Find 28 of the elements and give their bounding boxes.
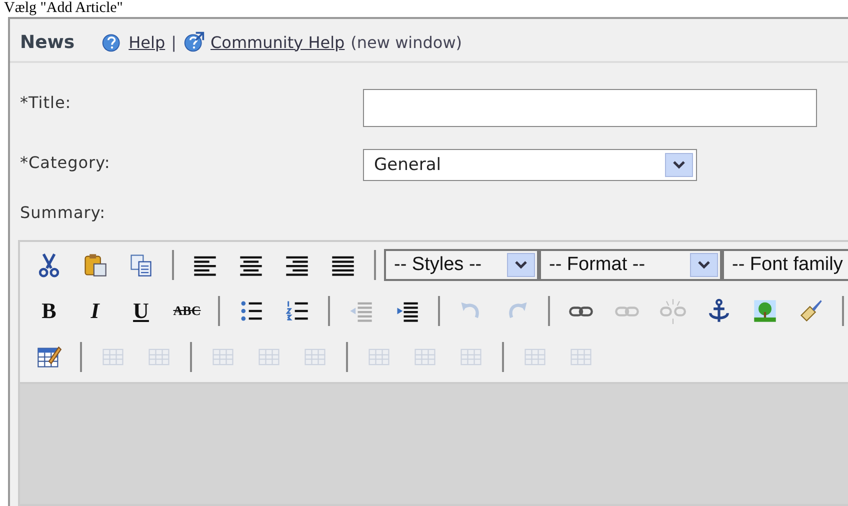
module-title: News — [20, 32, 75, 52]
toolbar-dropdown[interactable]: -- Styles -- — [384, 249, 539, 281]
title-field[interactable] — [363, 89, 817, 127]
unlink-icon — [660, 298, 686, 324]
external-help-icon — [182, 31, 204, 53]
brush-icon — [798, 298, 824, 324]
category-dropdown[interactable]: General — [363, 149, 697, 181]
community-help-link[interactable]: Community Help — [210, 32, 345, 52]
cut-icon — [36, 252, 62, 278]
format-button[interactable]: B — [26, 294, 72, 328]
format-button[interactable]: ABC — [164, 294, 210, 328]
field-label: Summary: — [20, 203, 107, 222]
toolbar-dropdown[interactable]: -- Format -- — [539, 249, 722, 281]
toolbar-dropdown[interactable]: -- Font family — [722, 249, 848, 281]
link-note: (new window) — [350, 32, 462, 52]
field-label: *Title: — [20, 92, 72, 112]
field-label: *Category: — [20, 152, 112, 172]
help-icon — [100, 31, 123, 53]
paste-icon — [82, 252, 108, 278]
tree-image-icon — [752, 298, 778, 324]
format-button[interactable]: U — [118, 294, 164, 328]
copy-icon — [128, 252, 154, 278]
anchor-icon — [706, 298, 732, 324]
format-button[interactable]: I — [72, 294, 118, 328]
link-separator: | — [171, 32, 176, 52]
help-link[interactable]: Help — [128, 32, 166, 52]
page-title: Vælg "Add Article" — [4, 0, 123, 17]
table-icon — [36, 344, 62, 370]
